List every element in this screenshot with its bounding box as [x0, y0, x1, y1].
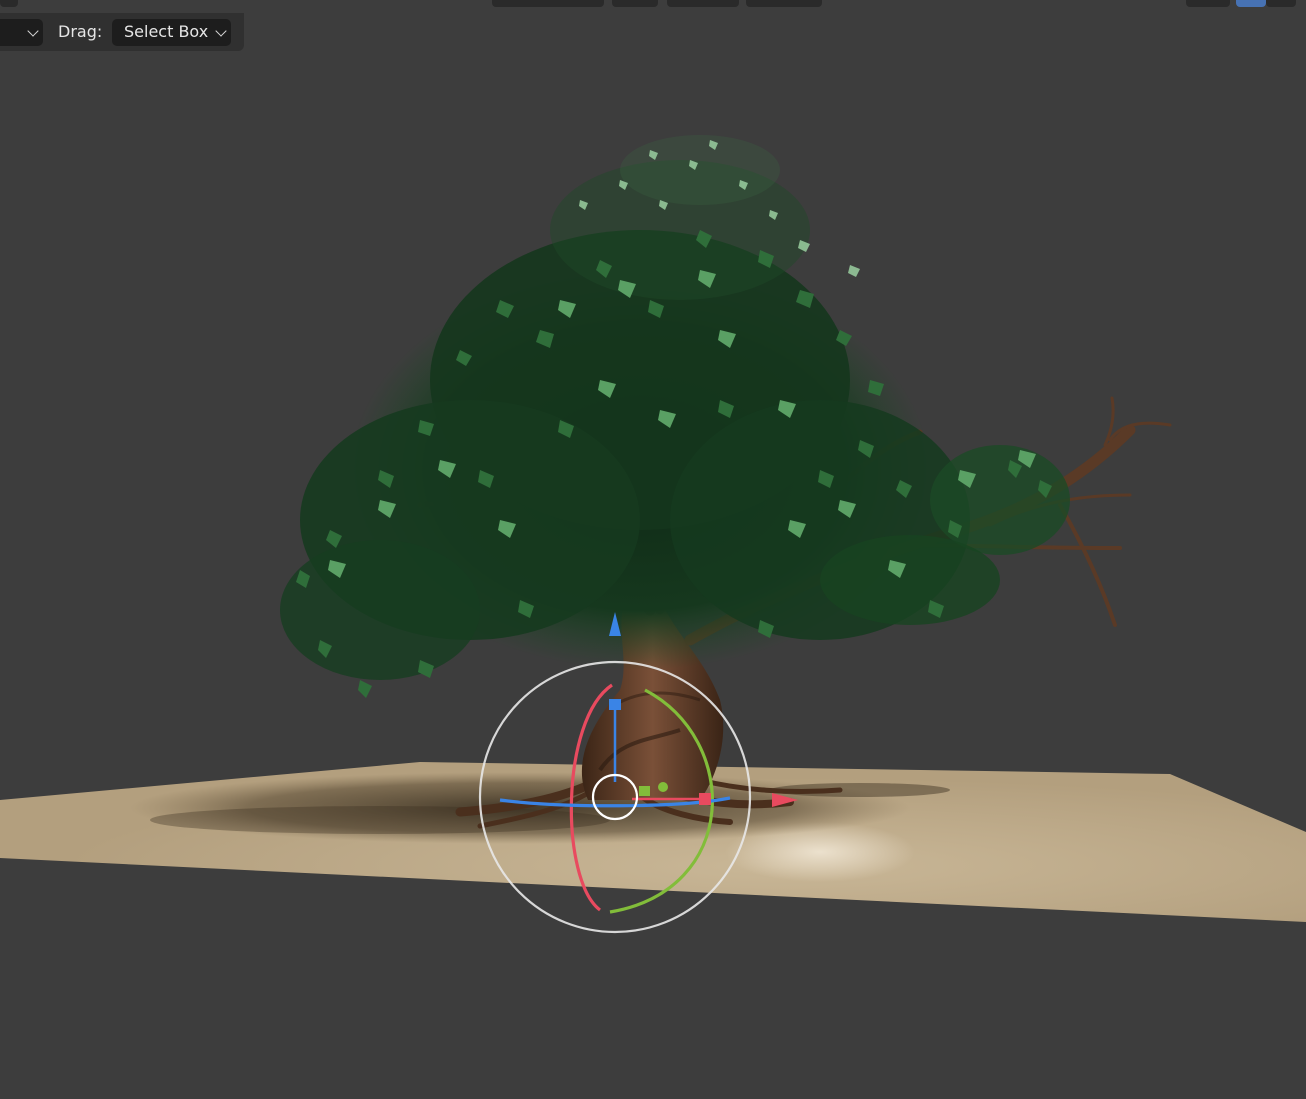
scale-y-handle: [639, 786, 650, 796]
mode-dropdown[interactable]: [0, 19, 43, 46]
tree-canopy: [280, 135, 1070, 698]
header-widget[interactable]: [492, 0, 604, 7]
3d-viewport[interactable]: Drag: Select Box: [0, 0, 1306, 1099]
header-widget-active[interactable]: [1236, 0, 1266, 7]
drag-select-value: Select Box: [124, 22, 209, 41]
viewport-header-strip: [0, 0, 1306, 8]
header-widget[interactable]: [0, 0, 18, 7]
chevron-down-icon: [215, 25, 227, 37]
drag-label: Drag:: [58, 22, 103, 41]
header-widget[interactable]: [1266, 0, 1296, 7]
header-widget[interactable]: [612, 0, 658, 7]
scale-z-handle: [609, 699, 621, 710]
scene-render: [0, 135, 1306, 934]
header-widget[interactable]: [1186, 0, 1230, 7]
move-y-dot: [658, 782, 668, 792]
chevron-down-icon: [27, 25, 39, 37]
scale-x-handle: [699, 793, 711, 805]
drag-select-dropdown[interactable]: Select Box: [112, 19, 231, 46]
header-widget[interactable]: [746, 0, 822, 7]
header-widget[interactable]: [667, 0, 739, 7]
